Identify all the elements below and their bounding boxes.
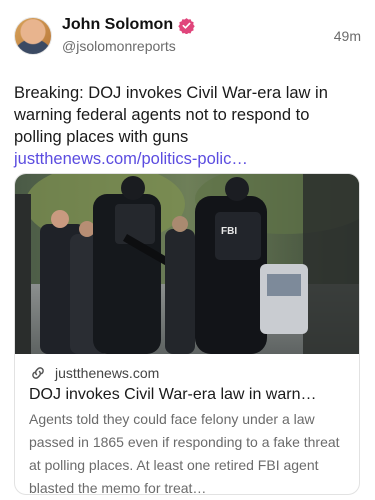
display-name[interactable]: John Solomon bbox=[62, 16, 173, 34]
post[interactable]: John Solomon @jsolomonreports 49m Breaki… bbox=[0, 0, 375, 500]
author-handle[interactable]: @jsolomonreports bbox=[62, 38, 334, 54]
post-text-content: Breaking: DOJ invokes Civil War-era law … bbox=[14, 84, 328, 146]
card-title[interactable]: DOJ invokes Civil War-era law in warn… bbox=[29, 386, 347, 404]
fbi-agents-photo[interactable]: FBI bbox=[15, 174, 360, 354]
post-text: Breaking: DOJ invokes Civil War-era law … bbox=[14, 82, 354, 170]
timestamp[interactable]: 49m bbox=[334, 28, 361, 44]
link-preview-card[interactable]: FBI justthenews.com DOJ invokes Civil Wa… bbox=[14, 173, 360, 495]
card-meta: justthenews.com DOJ invokes Civil War-er… bbox=[15, 354, 359, 495]
card-description: Agents told they could face felony under… bbox=[29, 411, 340, 495]
name-row: John Solomon bbox=[62, 14, 334, 36]
post-link[interactable]: justthenews.com/politics-polic… bbox=[14, 150, 248, 168]
link-icon bbox=[32, 367, 44, 379]
card-domain: justthenews.com bbox=[55, 365, 160, 381]
avatar[interactable] bbox=[14, 17, 52, 55]
post-header: John Solomon @jsolomonreports 49m bbox=[14, 14, 361, 66]
author-info: John Solomon @jsolomonreports bbox=[62, 14, 334, 54]
domain-row: justthenews.com bbox=[29, 364, 345, 382]
fbi-vest-text: FBI bbox=[221, 226, 237, 237]
verified-badge-icon bbox=[178, 17, 195, 34]
